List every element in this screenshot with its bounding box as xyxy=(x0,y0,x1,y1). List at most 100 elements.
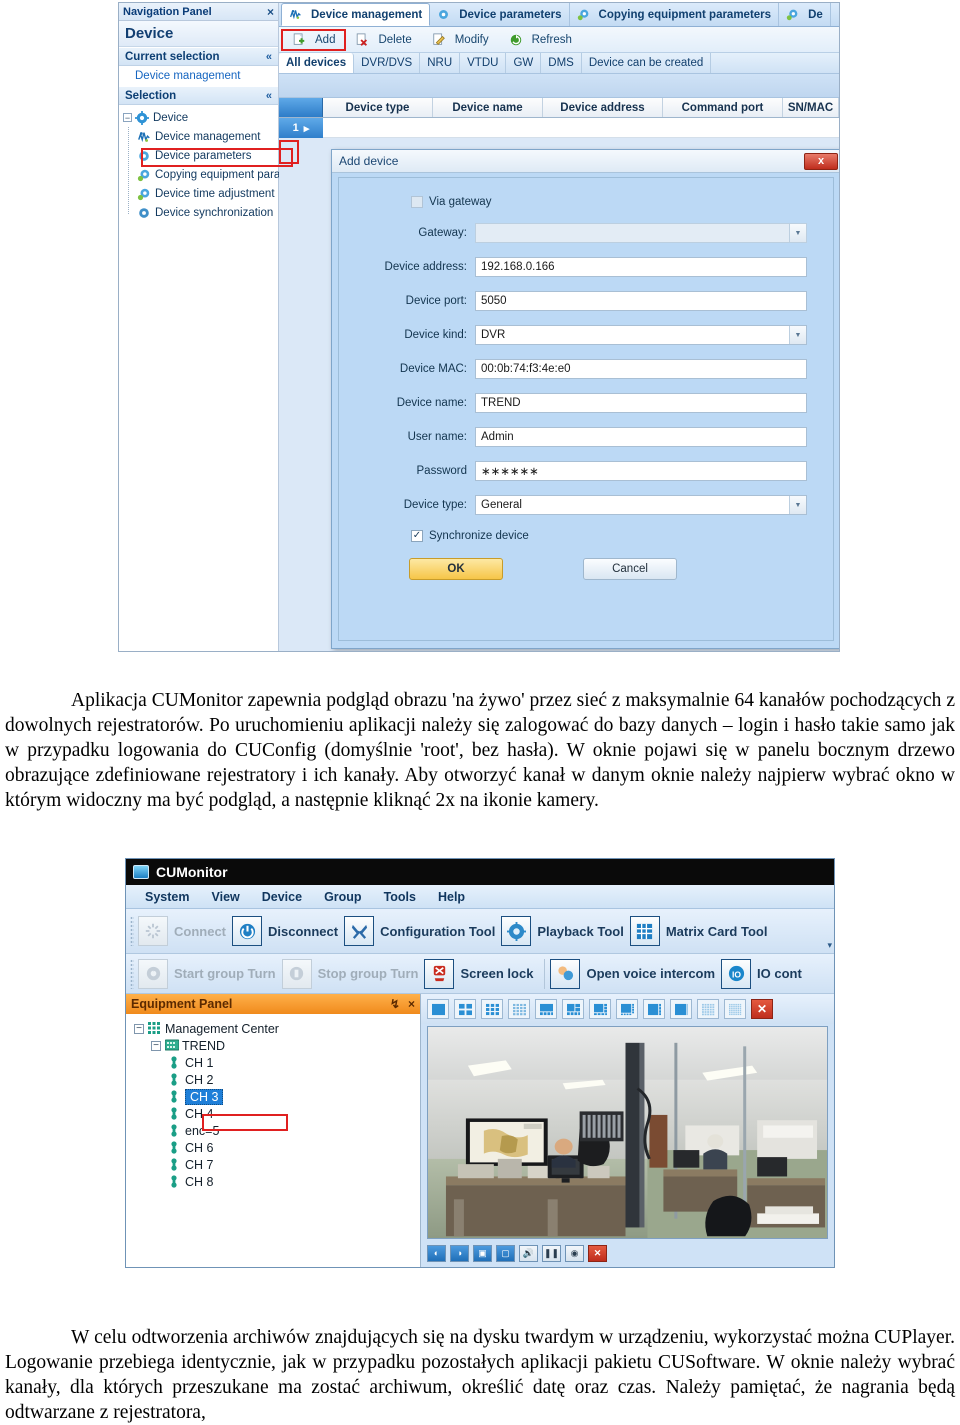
via-gateway-checkbox[interactable] xyxy=(411,196,423,208)
toolbar-overflow-icon[interactable]: ▾ xyxy=(827,940,832,951)
menu-item-group[interactable]: Group xyxy=(313,890,373,904)
filter-dms[interactable]: DMS xyxy=(541,53,582,73)
playback-tool-button[interactable]: Playback Tool xyxy=(501,916,629,946)
refresh-button[interactable]: Refresh xyxy=(500,31,581,49)
zoom-out-icon[interactable]: ▣ xyxy=(473,1244,492,1262)
next-channel-icon[interactable]: ◑ xyxy=(450,1244,469,1262)
toolbar-grip[interactable] xyxy=(130,958,134,989)
ok-button[interactable]: OK xyxy=(409,558,503,580)
layout-1plus8-icon[interactable] xyxy=(643,999,665,1019)
layout-1x1-icon[interactable] xyxy=(427,999,449,1019)
tab-device-management[interactable]: Device management xyxy=(281,3,431,26)
device-address-input[interactable]: 192.168.0.166 xyxy=(475,257,807,277)
current-selection-section-header[interactable]: Current selection « xyxy=(119,47,278,66)
filter-nru[interactable]: NRU xyxy=(420,53,461,73)
via-gateway-row[interactable]: Via gateway xyxy=(339,188,833,216)
layout-4x4-icon[interactable] xyxy=(508,999,530,1019)
start-group-turn-button[interactable]: Start group Turn xyxy=(138,958,282,989)
connect-button[interactable]: Connect xyxy=(138,916,232,946)
device-name-input[interactable]: TREND xyxy=(475,393,807,413)
add-button[interactable]: Add xyxy=(280,28,347,51)
layout-1plus9-icon[interactable] xyxy=(589,999,611,1019)
close-icon[interactable]: × xyxy=(267,6,274,18)
list-item-ch3[interactable]: CH 3 xyxy=(168,1088,420,1105)
gateway-select[interactable]: ▼ xyxy=(475,223,807,243)
tree-node-management-center[interactable]: − Management Center xyxy=(134,1020,420,1037)
layout-5x5-icon[interactable] xyxy=(697,999,719,1019)
layout-6x6-icon[interactable] xyxy=(724,999,746,1019)
toolbar-grip[interactable] xyxy=(130,916,134,946)
matrix-card-tool-button[interactable]: Matrix Card Tool xyxy=(629,916,774,946)
list-item-ch6[interactable]: CH 6 xyxy=(168,1139,420,1156)
stop-group-turn-button[interactable]: Stop group Turn xyxy=(281,958,425,989)
pin-icon[interactable]: ↯ xyxy=(390,997,400,1011)
filter-device-can-be-created[interactable]: Device can be created xyxy=(582,53,712,73)
selection-section-header[interactable]: Selection « xyxy=(119,86,278,105)
sidebar-item-copying-equipment-parameters[interactable]: Copying equipment parameters xyxy=(137,165,315,184)
close-icon[interactable]: x xyxy=(804,152,838,170)
current-selection-value[interactable]: Device management xyxy=(119,66,278,86)
device-type-select[interactable]: General ▼ xyxy=(475,495,807,515)
layout-1plus6-icon[interactable] xyxy=(670,999,692,1019)
video-preview[interactable] xyxy=(427,1026,828,1239)
collapse-toggle-icon[interactable]: − xyxy=(151,1040,161,1051)
device-mac-input[interactable]: 00:0b:74:f3:4e:e0 xyxy=(475,359,807,379)
filter-all-devices[interactable]: All devices xyxy=(279,53,355,73)
column-sn-mac[interactable]: SN/MAC xyxy=(783,98,839,117)
sidebar-item-device-management[interactable]: Device management xyxy=(137,127,278,146)
chevron-down-icon[interactable]: ▼ xyxy=(789,496,806,514)
cancel-button[interactable]: Cancel xyxy=(583,558,677,580)
menu-item-view[interactable]: View xyxy=(200,890,250,904)
prev-channel-icon[interactable]: ◐ xyxy=(427,1244,446,1262)
sidebar-item-device-time-adjustment[interactable]: Device time adjustment xyxy=(137,184,278,203)
pause-icon[interactable]: ❚❚ xyxy=(542,1244,561,1262)
column-device-address[interactable]: Device address xyxy=(543,98,663,117)
synchronize-device-checkbox[interactable]: ✓ xyxy=(411,530,423,542)
close-all-views-button[interactable]: ✕ xyxy=(751,999,773,1019)
list-item-ch8[interactable]: CH 8 xyxy=(168,1173,420,1190)
open-voice-intercom-button[interactable]: Open voice intercom xyxy=(550,958,721,989)
modify-button[interactable]: Modify xyxy=(423,31,498,49)
row-number-cell[interactable]: 1 ▸ xyxy=(279,118,323,138)
ptz-icon[interactable]: ◉ xyxy=(565,1244,584,1262)
zoom-in-icon[interactable]: ▢ xyxy=(496,1244,515,1262)
collapse-toggle-icon[interactable]: − xyxy=(134,1023,144,1034)
tree-node-trend[interactable]: − TREND xyxy=(151,1037,420,1054)
filter-dvr-dvs[interactable]: DVR/DVS xyxy=(354,53,421,73)
layout-1plus5-icon[interactable] xyxy=(535,999,557,1019)
device-kind-select[interactable]: DVR ▼ xyxy=(475,325,807,345)
column-device-name[interactable]: Device name xyxy=(433,98,543,117)
layout-2x2-icon[interactable] xyxy=(454,999,476,1019)
synchronize-device-row[interactable]: ✓ Synchronize device xyxy=(339,522,833,550)
tab-device-time[interactable]: De xyxy=(779,3,831,26)
sidebar-item-device-parameters[interactable]: Device parameters xyxy=(137,146,278,165)
filter-gw[interactable]: GW xyxy=(506,53,542,73)
menu-item-system[interactable]: System xyxy=(134,890,200,904)
list-item-ch2[interactable]: CH 2 xyxy=(168,1071,420,1088)
filter-vtdu[interactable]: VTDU xyxy=(460,53,507,73)
chevron-up-icon[interactable]: « xyxy=(266,51,272,63)
io-control-button[interactable]: IO IO cont xyxy=(721,958,808,989)
layout-1plus7-icon[interactable] xyxy=(562,999,584,1019)
layout-1plus12-icon[interactable] xyxy=(616,999,638,1019)
close-stream-icon[interactable]: ✕ xyxy=(588,1244,607,1262)
password-input[interactable]: ∗∗∗∗∗∗ xyxy=(475,461,807,481)
collapse-toggle-icon[interactable]: − xyxy=(123,113,132,122)
column-command-port[interactable]: Command port xyxy=(663,98,783,117)
configuration-tool-button[interactable]: Configuration Tool xyxy=(344,916,501,946)
table-row[interactable]: 1 ▸ xyxy=(279,118,839,138)
menu-item-help[interactable]: Help xyxy=(427,890,476,904)
list-item-ch7[interactable]: CH 7 xyxy=(168,1156,420,1173)
tab-device-parameters[interactable]: Device parameters xyxy=(430,3,570,26)
disconnect-button[interactable]: Disconnect xyxy=(232,916,344,946)
device-port-input[interactable]: 5050 xyxy=(475,291,807,311)
tree-root-device[interactable]: − Device xyxy=(123,108,278,127)
menu-item-device[interactable]: Device xyxy=(251,890,313,904)
chevron-down-icon[interactable]: ▼ xyxy=(789,224,806,242)
close-icon[interactable]: × xyxy=(408,997,415,1011)
column-device-type[interactable]: Device type xyxy=(323,98,433,117)
chevron-up-icon[interactable]: « xyxy=(266,90,272,102)
user-name-input[interactable]: Admin xyxy=(475,427,807,447)
menu-item-tools[interactable]: Tools xyxy=(373,890,427,904)
audio-icon[interactable]: 🔊 xyxy=(519,1244,538,1262)
